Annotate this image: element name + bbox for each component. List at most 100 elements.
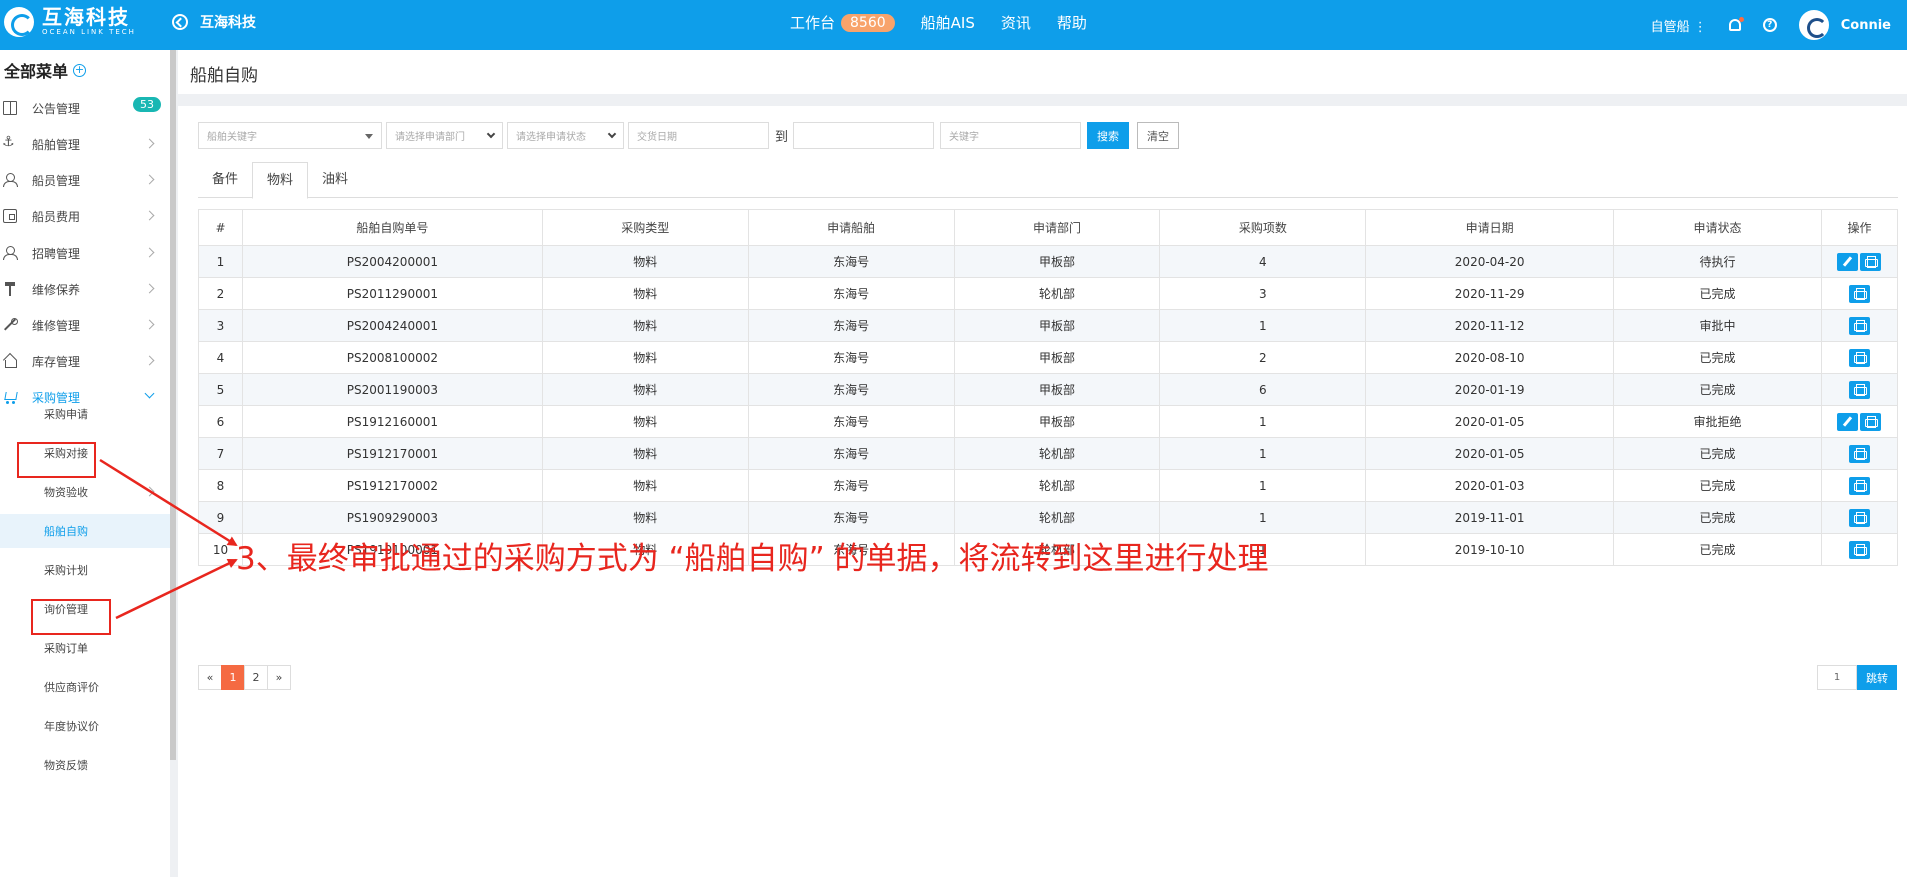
cell-status: 已完成 — [1613, 373, 1822, 406]
delivery-date-to[interactable] — [793, 122, 935, 149]
sidebar-subitem-purchase-plan[interactable]: 采购计划 — [0, 553, 170, 587]
sidebar-subitem-material-feedback[interactable]: 物资反馈 — [0, 748, 170, 782]
annotation-text: 3、最终审批通过的采购方式为 “船舶自购” 的单据，将流转到这里进行处理 — [236, 541, 1269, 577]
print-icon[interactable] — [1848, 316, 1870, 335]
cell-count: 1 — [1159, 405, 1367, 438]
table-row: 8 PS1912170002 物料 东海号 轮机部 1 2020-01-03 已完成 — [198, 469, 1899, 502]
cell-actions — [1820, 309, 1899, 342]
back-label: 互海科技 — [200, 15, 256, 31]
cell-actions — [1820, 437, 1899, 470]
print-icon[interactable] — [1848, 380, 1870, 399]
sidebar-item-announcements[interactable]: 公告管理 53 — [0, 90, 170, 126]
nav-workbench[interactable]: 工作台 8560 — [790, 12, 895, 33]
print-icon[interactable] — [1848, 508, 1870, 527]
sidebar-item-maintenance[interactable]: 维修保养 — [0, 271, 170, 307]
sidebar-item-label: 船舶管理 — [32, 137, 81, 152]
delivery-date-placeholder: 交货日期 — [637, 132, 677, 143]
help-button[interactable]: ? — [1762, 18, 1777, 32]
cell-no: 6 — [198, 405, 243, 438]
page-jump-input[interactable]: 1 — [1817, 665, 1857, 690]
pager-prev[interactable]: « — [198, 665, 222, 690]
pager-page-1[interactable]: 1 — [221, 665, 245, 690]
sidebar-subitem-annual-price[interactable]: 年度协议价 — [0, 709, 170, 743]
sidebar-subitem-purchase-request[interactable]: 采购申请 — [0, 397, 170, 431]
tab-materials[interactable]: 物料 — [252, 162, 309, 199]
cell-dept: 甲板部 — [953, 309, 1161, 342]
back-button[interactable]: 互海科技 — [172, 12, 256, 32]
cell-count: 1 — [1159, 469, 1367, 502]
cell-dept: 甲板部 — [953, 341, 1161, 374]
cell-order: PS2004240001 — [241, 309, 543, 342]
keyword-input[interactable]: 关键字 — [940, 122, 1082, 149]
pager-page-2[interactable]: 2 — [244, 665, 268, 690]
status-select[interactable]: 请选择申请状态 — [507, 122, 624, 149]
notification-button[interactable] — [1728, 17, 1744, 31]
cell-dept: 轮机部 — [953, 437, 1161, 470]
edit-icon[interactable] — [1837, 412, 1859, 431]
sidebar-item-ships[interactable]: 船舶管理 — [0, 126, 170, 162]
print-icon[interactable] — [1860, 252, 1882, 271]
cell-dept: 甲板部 — [953, 245, 1161, 278]
pagination: « 1 2 » — [198, 665, 291, 690]
sidebar-subitem-supplier-rating[interactable]: 供应商评价 — [0, 670, 170, 704]
person-icon — [3, 246, 18, 260]
clear-button[interactable]: 清空 — [1137, 122, 1180, 149]
cell-status: 已完成 — [1613, 437, 1822, 470]
cell-status: 已完成 — [1613, 501, 1822, 534]
print-icon[interactable] — [1848, 476, 1870, 495]
search-button[interactable]: 搜索 — [1087, 122, 1130, 149]
sidebar-item-repair[interactable]: 维修管理 — [0, 307, 170, 343]
ship-selector[interactable]: 自管船 ⋮ — [1651, 16, 1707, 35]
print-icon[interactable] — [1848, 348, 1870, 367]
user-menu[interactable]: Connie — [1798, 10, 1891, 40]
cell-type: 物料 — [541, 469, 749, 502]
cell-no: 8 — [198, 469, 243, 502]
ship-keyword-select[interactable]: 船舶关键字 — [198, 122, 382, 149]
cell-no: 2 — [198, 277, 243, 310]
department-placeholder: 请选择申请部门 — [395, 132, 465, 143]
column-header: # — [198, 209, 243, 246]
delivery-date-from[interactable]: 交货日期 — [628, 122, 769, 149]
column-header: 申请日期 — [1365, 209, 1615, 246]
cell-date: 2020-01-19 — [1365, 373, 1615, 406]
cell-order: PS1912170001 — [241, 437, 543, 470]
cell-dept: 轮机部 — [953, 501, 1161, 534]
sidebar-item-inventory[interactable]: 库存管理 — [0, 343, 170, 379]
nav-help[interactable]: 帮助 — [1057, 12, 1087, 33]
page-jump-button[interactable]: 跳转 — [1857, 665, 1897, 690]
sidebar-item-label: 船员费用 — [32, 209, 81, 224]
top-bar: 互海科技 OCEAN LINK TECH 互海科技 工作台 8560 船舶AIS… — [0, 0, 1907, 50]
cell-dept: 轮机部 — [953, 277, 1161, 310]
print-icon[interactable] — [1848, 540, 1870, 559]
cell-status: 审批中 — [1613, 309, 1822, 342]
cell-date: 2019-10-10 — [1365, 533, 1615, 566]
nav-news[interactable]: 资讯 — [1001, 12, 1031, 33]
cell-count: 4 — [1159, 245, 1367, 278]
plus-icon[interactable]: + — [73, 63, 87, 77]
logo[interactable]: 互海科技 OCEAN LINK TECH — [4, 6, 136, 37]
help-icon: ? — [1762, 18, 1777, 32]
sidebar-item-crew[interactable]: 船员管理 — [0, 162, 170, 198]
print-icon[interactable] — [1848, 284, 1870, 303]
avatar — [1798, 10, 1829, 40]
nav-ship-ais[interactable]: 船舶AIS — [921, 12, 975, 33]
book-icon — [3, 101, 17, 115]
sidebar-subitem-ship-self-purchase[interactable]: 船舶自购 — [0, 514, 170, 548]
pager-next[interactable]: » — [267, 665, 291, 690]
person-icon — [3, 173, 18, 187]
menu-title: 全部菜单 + — [4, 58, 87, 82]
print-icon[interactable] — [1848, 444, 1870, 463]
chevron-right-icon — [144, 247, 155, 258]
print-icon[interactable] — [1860, 412, 1882, 431]
edit-icon[interactable] — [1837, 252, 1859, 271]
tab-bar: 备件 物料 油料 — [198, 162, 1898, 199]
sidebar-item-crew-expenses[interactable]: 船员费用 — [0, 198, 170, 234]
sidebar-scrollbar[interactable] — [170, 50, 176, 760]
sidebar-subitem-purchase-order[interactable]: 采购订单 — [0, 631, 170, 665]
sidebar-subitem-material-inspection[interactable]: 物资验收 — [0, 475, 170, 509]
tab-spare-parts[interactable]: 备件 — [198, 162, 252, 198]
department-select[interactable]: 请选择申请部门 — [386, 122, 503, 149]
sidebar-item-recruitment[interactable]: 招聘管理 — [0, 235, 170, 271]
sidebar-item-label: 维修管理 — [32, 318, 81, 333]
tab-oil[interactable]: 油料 — [308, 162, 362, 198]
